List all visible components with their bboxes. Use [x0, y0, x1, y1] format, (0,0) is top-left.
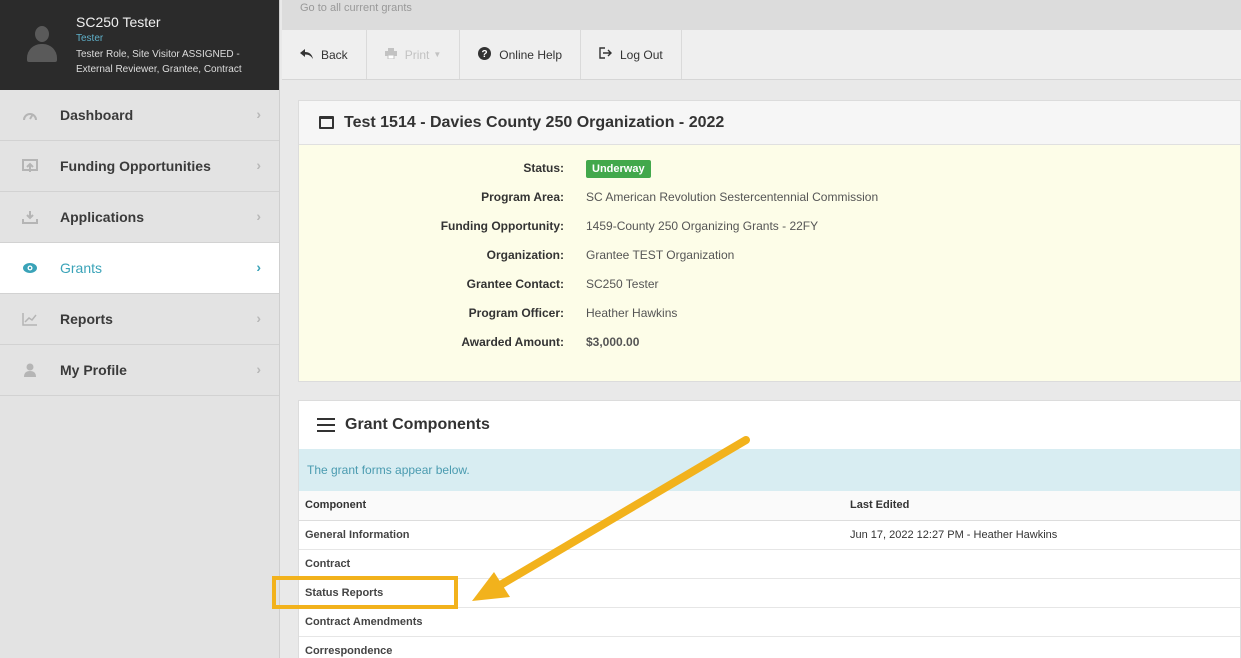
- print-label: Print: [404, 47, 430, 62]
- component-link[interactable]: Contract: [299, 549, 844, 579]
- chevron-right-icon: ›: [256, 361, 261, 377]
- program-officer-value: Heather Hawkins: [586, 305, 678, 320]
- program-officer-label: Program Officer:: [468, 305, 564, 320]
- log-out-label: Log Out: [620, 47, 663, 62]
- table-row[interactable]: Contract Amendments: [299, 607, 1240, 637]
- upload-icon: [22, 158, 38, 174]
- online-help-button[interactable]: ? Online Help: [460, 30, 581, 79]
- chevron-right-icon: ›: [256, 106, 261, 122]
- dashboard-icon: [22, 107, 38, 123]
- sidebar-item-label: Grants: [60, 260, 103, 276]
- grantee-contact-label: Grantee Contact:: [466, 276, 564, 291]
- organization-value: Grantee TEST Organization: [586, 247, 735, 262]
- component-link[interactable]: Correspondence: [299, 636, 844, 658]
- last-edited-cell: [844, 607, 1240, 637]
- user-icon: [22, 362, 38, 378]
- printer-icon: [384, 47, 397, 62]
- sidebar-item-my-profile[interactable]: My Profile ›: [0, 345, 279, 396]
- program-area-label: Program Area:: [481, 189, 564, 204]
- sidebar-item-label: Applications: [60, 209, 145, 225]
- table-row[interactable]: General Information Jun 17, 2022 12:27 P…: [299, 520, 1240, 550]
- last-edited-cell: [844, 549, 1240, 579]
- sidebar-item-label: My Profile: [60, 362, 127, 378]
- organization-label: Organization:: [486, 247, 564, 262]
- user-roles-description: Tester Role, Site Visitor ASSIGNED - Ext…: [76, 49, 242, 75]
- caret-down-icon: ▼: [433, 50, 442, 59]
- list-icon: [317, 418, 335, 432]
- components-table: Component Last Edited General Informatio…: [299, 491, 1240, 658]
- back-label: Back: [321, 47, 348, 62]
- table-header-row: Component Last Edited: [299, 491, 1240, 521]
- chevron-right-icon: ›: [256, 259, 261, 275]
- component-link[interactable]: Contract Amendments: [299, 607, 844, 637]
- breadcrumb-link[interactable]: Go to all current grants: [300, 2, 412, 14]
- last-edited-cell: [844, 578, 1240, 608]
- grantee-contact-value: SC250 Tester: [586, 276, 659, 291]
- program-area-row: Program Area: SC American Revolution Ses…: [299, 182, 1240, 211]
- window-icon: [319, 116, 334, 129]
- question-circle-icon: ?: [478, 46, 492, 63]
- back-button[interactable]: Back: [282, 30, 367, 79]
- grantee-contact-row: Grantee Contact: SC250 Tester: [299, 269, 1240, 298]
- sidebar-item-label: Funding Opportunities: [60, 158, 211, 174]
- sidebar-item-dashboard[interactable]: Dashboard ›: [0, 90, 279, 141]
- last-edited-cell: [844, 636, 1240, 658]
- awarded-amount-value: $3,000.00: [586, 334, 640, 349]
- highlight-box-annotation: [272, 576, 458, 609]
- sidebar-item-reports[interactable]: Reports ›: [0, 294, 279, 345]
- sign-out-icon: [599, 47, 612, 62]
- download-icon: [22, 209, 38, 225]
- last-edited-cell: Jun 17, 2022 12:27 PM - Heather Hawkins: [844, 520, 1240, 550]
- chart-icon: [22, 311, 38, 327]
- program-area-value: SC American Revolution Sestercentennial …: [586, 189, 879, 204]
- component-link[interactable]: General Information: [299, 520, 844, 550]
- svg-text:?: ?: [482, 49, 488, 60]
- print-button[interactable]: Print ▼: [367, 30, 461, 79]
- chevron-right-icon: ›: [256, 208, 261, 224]
- info-note: The grant forms appear below.: [299, 449, 1240, 491]
- funding-opportunity-value: 1459-County 250 Organizing Grants - 22FY: [586, 218, 819, 233]
- awarded-amount-row: Awarded Amount: $3,000.00: [299, 327, 1240, 356]
- section-title: Grant Components: [345, 416, 490, 433]
- user-role: Tester: [76, 33, 104, 44]
- grant-info: Status: Underway Program Area: SC Americ…: [299, 145, 1240, 381]
- user-block: SC250 Tester Tester Tester Role, Site Vi…: [0, 0, 279, 90]
- toolbar: Back Print ▼ ? Online Help Log Out: [282, 30, 1241, 80]
- status-label: Status:: [523, 160, 564, 175]
- sidebar: SC250 Tester Tester Tester Role, Site Vi…: [0, 0, 280, 658]
- eye-icon: [22, 260, 38, 276]
- sidebar-item-label: Dashboard: [60, 107, 134, 123]
- column-header-last-edited[interactable]: Last Edited: [844, 491, 1240, 521]
- status-row: Status: Underway: [299, 153, 1240, 182]
- avatar: [24, 22, 60, 64]
- page-title: Test 1514 - Davies County 250 Organizati…: [344, 113, 725, 131]
- reply-icon: [300, 48, 313, 62]
- sidebar-item-applications[interactable]: Applications ›: [0, 192, 279, 243]
- funding-opportunity-row: Funding Opportunity: 1459-County 250 Org…: [299, 211, 1240, 240]
- chevron-right-icon: ›: [256, 157, 261, 173]
- grant-details-panel: Test 1514 - Davies County 250 Organizati…: [298, 100, 1241, 382]
- user-name: SC250 Tester: [76, 14, 161, 30]
- sidebar-item-label: Reports: [60, 311, 113, 327]
- funding-opportunity-label: Funding Opportunity:: [440, 218, 564, 233]
- online-help-label: Online Help: [499, 47, 562, 62]
- table-row[interactable]: Contract: [299, 549, 1240, 579]
- log-out-button[interactable]: Log Out: [581, 30, 682, 79]
- grant-components-panel: Grant Components The grant forms appear …: [298, 400, 1241, 658]
- organization-row: Organization: Grantee TEST Organization: [299, 240, 1240, 269]
- table-row[interactable]: Correspondence: [299, 636, 1240, 658]
- sidebar-item-grants[interactable]: Grants ›: [0, 243, 279, 294]
- grant-components-header: Grant Components: [299, 401, 1240, 449]
- status-badge: Underway: [586, 159, 651, 178]
- program-officer-row: Program Officer: Heather Hawkins: [299, 298, 1240, 327]
- awarded-amount-label: Awarded Amount:: [461, 334, 564, 349]
- grant-details-header: Test 1514 - Davies County 250 Organizati…: [299, 101, 1240, 145]
- breadcrumb[interactable]: Go to all current grants: [282, 0, 1241, 30]
- column-header-component[interactable]: Component: [299, 491, 844, 521]
- sidebar-item-funding-opportunities[interactable]: Funding Opportunities ›: [0, 141, 279, 192]
- chevron-right-icon: ›: [256, 310, 261, 326]
